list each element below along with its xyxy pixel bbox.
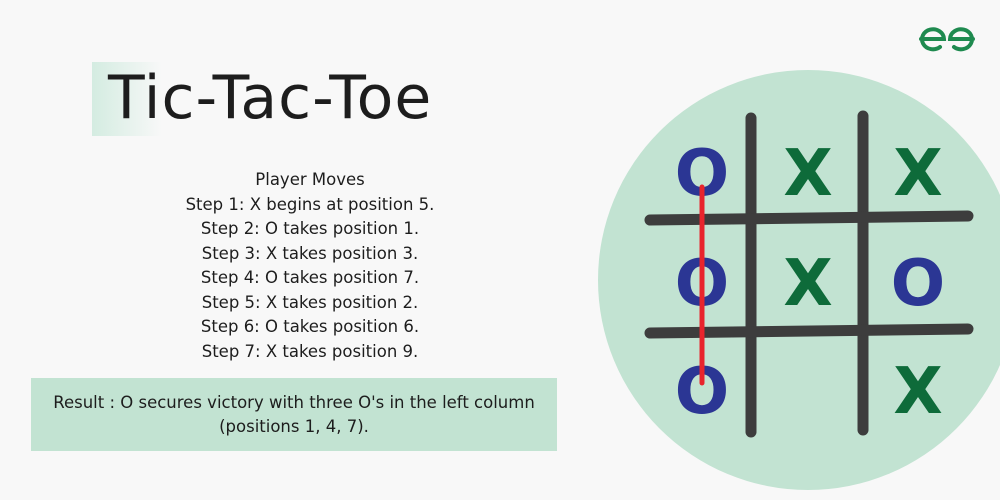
grid-line xyxy=(644,210,974,226)
x-mark: X xyxy=(783,247,832,321)
x-mark: X xyxy=(893,137,942,211)
tic-tac-toe-board: O X XO X OO X xyxy=(644,110,974,438)
grid-line xyxy=(644,323,974,339)
x-mark: X xyxy=(893,355,942,429)
o-mark: O xyxy=(891,247,945,321)
x-mark: X xyxy=(783,137,832,211)
